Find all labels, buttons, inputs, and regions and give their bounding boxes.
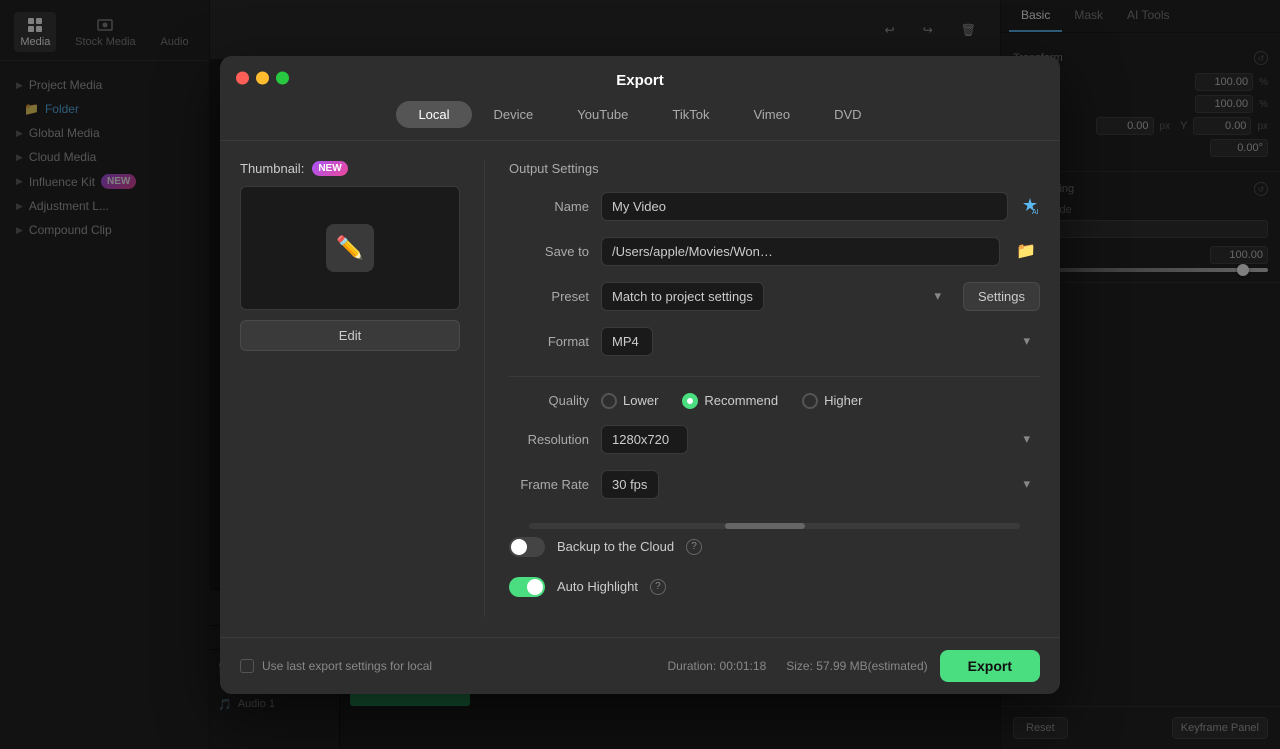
preset-label: Preset [509, 289, 589, 304]
browse-folder-button[interactable]: 📁 [1012, 237, 1040, 265]
quality-lower-radio[interactable] [601, 393, 617, 409]
thumbnail-text: Thumbnail: [240, 161, 304, 176]
preset-select[interactable]: Match to project settings Custom [601, 282, 764, 311]
duration-info: Duration: 00:01:18 [667, 659, 766, 673]
backup-cloud-toggle[interactable] [509, 537, 545, 557]
settings-divider [484, 161, 485, 617]
name-label: Name [509, 199, 589, 214]
resolution-select-wrapper: 1280x720 1920x1080 3840x2160 [601, 425, 1040, 454]
name-input[interactable] [601, 192, 1008, 221]
frame-rate-label: Frame Rate [509, 477, 589, 492]
auto-highlight-toggle[interactable] [509, 577, 545, 597]
resolution-label: Resolution [509, 432, 589, 447]
quality-lower-option[interactable]: Lower [601, 393, 658, 409]
output-settings-title: Output Settings [509, 161, 1040, 176]
thumbnail-edit-button[interactable]: Edit [240, 320, 460, 351]
thumbnail-pencil-icon: ✏️ [326, 224, 374, 272]
quality-options: Lower Recommend Higher [601, 393, 862, 409]
traffic-lights [236, 72, 289, 85]
thumbnail-new-badge: NEW [312, 161, 347, 176]
export-tab-device[interactable]: Device [472, 101, 556, 128]
export-modal: Export Local Device YouTube TikTok Vimeo… [220, 56, 1060, 694]
section-divider [509, 376, 1040, 377]
name-row: Name AI [509, 192, 1040, 221]
quality-lower-label: Lower [623, 393, 658, 408]
quality-recommend-option[interactable]: Recommend [682, 393, 778, 409]
modal-body: Thumbnail: NEW ✏️ Edit Output Settings N… [220, 141, 1060, 637]
export-tabs: Local Device YouTube TikTok Vimeo DVD [220, 101, 1060, 141]
output-settings: Output Settings Name AI Save to /Us [509, 161, 1040, 617]
quality-label: Quality [509, 393, 589, 408]
use-last-label: Use last export settings for local [262, 659, 432, 673]
save-to-path: /Users/apple/Movies/Won… [601, 237, 1000, 266]
backup-cloud-help-icon[interactable]: ? [686, 539, 702, 555]
size-label: Size: [786, 659, 816, 673]
quality-higher-label: Higher [824, 393, 862, 408]
export-tab-youtube[interactable]: YouTube [555, 101, 650, 128]
thumbnail-label-row: Thumbnail: NEW [240, 161, 460, 176]
modal-title: Export [616, 72, 664, 89]
quality-higher-option[interactable]: Higher [802, 393, 862, 409]
auto-highlight-label: Auto Highlight [557, 579, 638, 594]
backup-cloud-row: Backup to the Cloud ? [509, 537, 1040, 557]
preset-row: Preset Match to project settings Custom … [509, 282, 1040, 311]
modal-overlay: Export Local Device YouTube TikTok Vimeo… [0, 0, 1280, 749]
format-select[interactable]: MP4 MOV AVI [601, 327, 653, 356]
duration-value: 00:01:18 [720, 659, 767, 673]
format-row: Format MP4 MOV AVI [509, 327, 1040, 356]
quality-higher-radio[interactable] [802, 393, 818, 409]
footer-info: Duration: 00:01:18 Size: 57.99 MB(estima… [667, 659, 927, 673]
resolution-select[interactable]: 1280x720 1920x1080 3840x2160 [601, 425, 688, 454]
export-tab-vimeo[interactable]: Vimeo [731, 101, 812, 128]
quality-recommend-label: Recommend [704, 393, 778, 408]
thumbnail-section: Thumbnail: NEW ✏️ Edit [240, 161, 460, 617]
size-info: Size: 57.99 MB(estimated) [786, 659, 927, 673]
save-to-row: Save to /Users/apple/Movies/Won… 📁 [509, 237, 1040, 266]
thumbnail-preview: ✏️ [240, 186, 460, 310]
scroll-thumb [725, 523, 805, 529]
resolution-row: Resolution 1280x720 1920x1080 3840x2160 [509, 425, 1040, 454]
duration-label: Duration: [667, 659, 716, 673]
quality-row: Quality Lower Recommend Higher [509, 393, 1040, 409]
ai-generate-icon[interactable]: AI [1020, 196, 1040, 216]
preset-select-wrapper: Match to project settings Custom [601, 282, 951, 311]
auto-highlight-row: Auto Highlight ? [509, 577, 1040, 597]
export-tab-local[interactable]: Local [396, 101, 471, 128]
modal-footer: Use last export settings for local Durat… [220, 637, 1060, 694]
backup-cloud-label: Backup to the Cloud [557, 539, 674, 554]
backup-cloud-thumb [511, 539, 527, 555]
frame-rate-select[interactable]: 30 fps 24 fps 60 fps [601, 470, 659, 499]
save-to-label: Save to [509, 244, 589, 259]
traffic-light-maximize[interactable] [276, 72, 289, 85]
use-last-checkbox[interactable] [240, 659, 254, 673]
format-label: Format [509, 334, 589, 349]
modal-header: Export [220, 56, 1060, 101]
use-last-settings: Use last export settings for local [240, 659, 432, 673]
auto-highlight-help-icon[interactable]: ? [650, 579, 666, 595]
export-tab-dvd[interactable]: DVD [812, 101, 883, 128]
preset-settings-button[interactable]: Settings [963, 282, 1040, 311]
frame-rate-row: Frame Rate 30 fps 24 fps 60 fps [509, 470, 1040, 499]
size-value: 57.99 MB(estimated) [816, 659, 927, 673]
traffic-light-close[interactable] [236, 72, 249, 85]
export-button[interactable]: Export [940, 650, 1040, 682]
scroll-indicator [529, 523, 1020, 529]
quality-recommend-radio[interactable] [682, 393, 698, 409]
frame-rate-select-wrapper: 30 fps 24 fps 60 fps [601, 470, 1040, 499]
traffic-light-minimize[interactable] [256, 72, 269, 85]
format-select-wrapper: MP4 MOV AVI [601, 327, 1040, 356]
svg-text:AI: AI [1032, 209, 1039, 216]
export-tab-tiktok[interactable]: TikTok [650, 101, 731, 128]
auto-highlight-thumb [527, 579, 543, 595]
